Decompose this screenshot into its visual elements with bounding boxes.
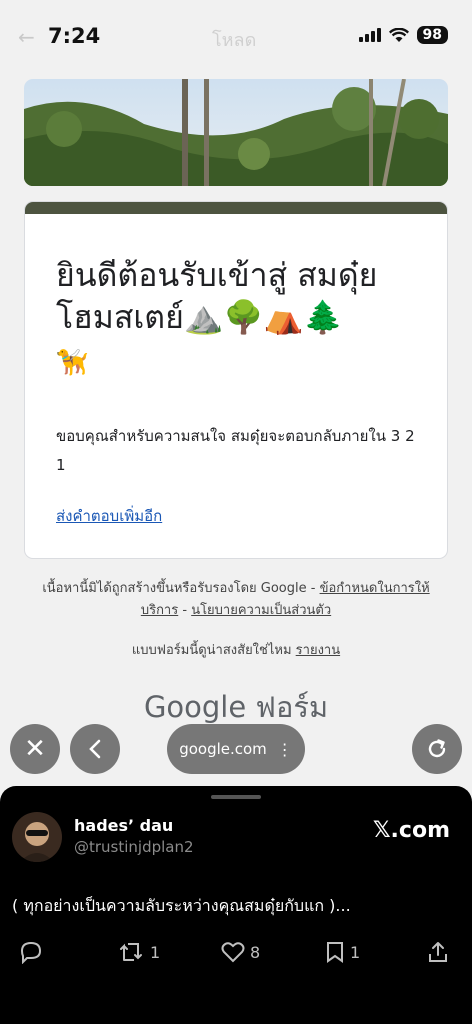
repost-count: 1 [150,942,161,962]
disclaimer-text: เนื้อหานี้มิได้ถูกสร้างขึ้นหรือรับรองโดย… [42,581,320,596]
cellular-signal-icon [358,28,381,42]
google-disclaimer: เนื้อหานี้มิได้ถูกสร้างขึ้นหรือรับรองโดย… [40,578,432,622]
url-bar[interactable]: google.com ⋮ [167,724,305,774]
privacy-link[interactable]: นโยบายความเป็นส่วนตัว [191,603,331,618]
user-handle[interactable]: @trustinjdplan2 [74,838,194,856]
chevron-left-icon [89,739,101,759]
post-actions: 1 8 1 [0,940,472,970]
like-count: 8 [250,942,261,962]
disclaimer-separator: - [178,603,192,618]
report-link[interactable]: รายงาน [296,643,340,658]
back-arrow-icon: ← [18,25,35,49]
post-sheet: hades’ dau @trustinjdplan2 𝕏.com ( ทุกอย… [0,786,472,1024]
battery-indicator: 98 [416,26,448,44]
more-options-icon[interactable]: ⋮ [277,740,293,759]
clock: 7:24 [48,24,101,48]
bookmark-icon [327,942,343,963]
repost-icon [120,943,142,961]
card-accent-bar [25,202,447,214]
repost-button[interactable]: 1 [118,940,160,964]
status-bar: ← 7:24 โหลด 98 [0,0,472,72]
close-button[interactable]: ✕ [10,724,60,774]
confirmation-card: ยินดีต้อนรับเข้าสู่ สมดุ๋ยโฮมสเตย์⛰️🌳⛺🌲 … [24,201,448,559]
reload-button[interactable] [412,724,462,774]
avatar[interactable] [12,812,62,862]
url-text: google.com [179,740,267,758]
ghost-title: โหลด [212,30,257,51]
abuse-text: แบบฟอร์มนี้ดูน่าสงสัยใช่ไหม [131,643,296,658]
share-button[interactable] [426,940,450,964]
guide-dog-emoji: 🦮 [56,348,89,378]
wifi-icon [388,27,409,42]
x-logo: 𝕏.com [372,818,450,843]
status-icons: 98 [358,26,448,44]
heart-icon [221,942,245,963]
report-abuse-line: แบบฟอร์มนี้ดูน่าสงสัยใช่ไหม รายงาน [0,639,472,660]
back-button[interactable] [70,724,120,774]
drag-handle[interactable] [211,795,261,799]
bookmark-button[interactable]: 1 [324,940,360,964]
share-icon [429,942,447,962]
reply-button[interactable] [18,940,44,964]
post-text: ( ทุกอย่างเป็นความลับระหว่างคุณสมดุ๋ยกับ… [12,896,351,915]
submit-another-response-link[interactable]: ส่งคำตอบเพิ่มอีก [56,504,162,528]
form-header-image [24,79,448,186]
form-title: ยินดีต้อนรับเข้าสู่ สมดุ๋ยโฮมสเตย์⛰️🌳⛺🌲 [56,254,416,338]
display-name[interactable]: hades’ dau [74,816,173,835]
reload-icon [428,739,446,758]
like-button[interactable]: 8 [220,940,260,964]
close-icon: ✕ [24,734,46,764]
form-title-emoji: ⛰️🌳⛺🌲 [183,298,344,336]
bookmark-count: 1 [350,942,361,962]
reply-icon [20,941,42,964]
confirmation-message: ขอบคุณสำหรับความสนใจ สมดุ๋ยจะตอบกลับภายใ… [56,427,415,474]
